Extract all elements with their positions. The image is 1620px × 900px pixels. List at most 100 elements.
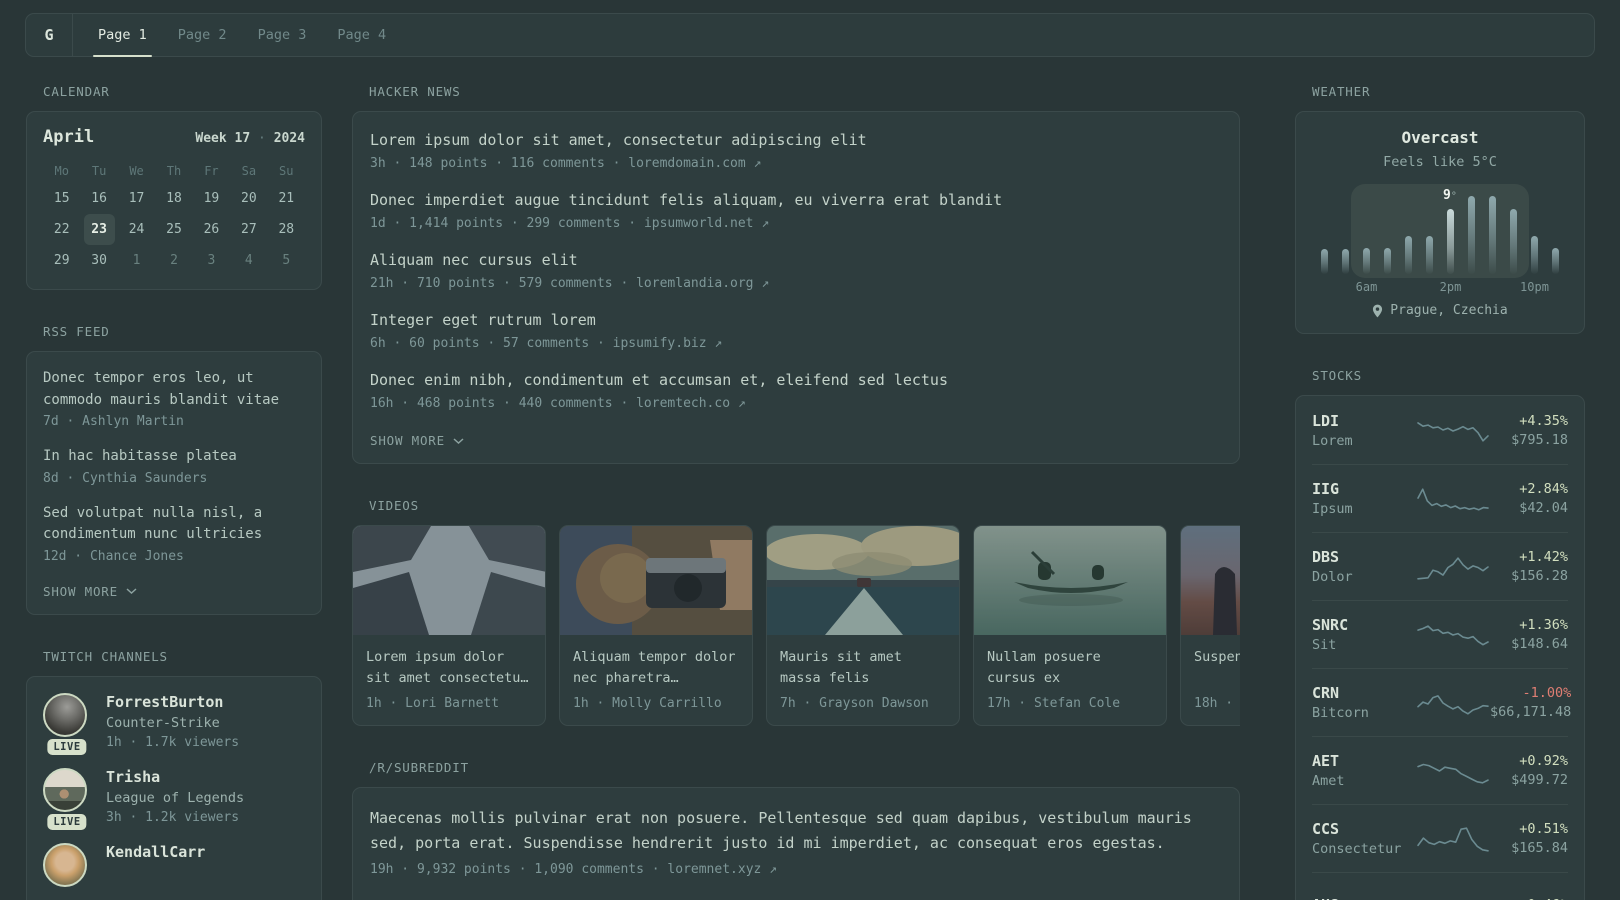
- calendar-day-next-month[interactable]: 5: [271, 245, 302, 276]
- item-link-domain[interactable]: loremdomain.com: [628, 156, 745, 171]
- stock-row[interactable]: AET Amet +0.92% $499.72: [1312, 736, 1568, 804]
- calendar-day[interactable]: 18: [158, 183, 189, 214]
- video-title[interactable]: Mauris sit amet massa felis: [780, 647, 946, 689]
- live-badge: LIVE: [47, 813, 87, 830]
- stock-id: DBS Dolor: [1312, 548, 1416, 585]
- calendar-day-next-month[interactable]: 4: [233, 245, 264, 276]
- video-title[interactable]: Nullam posuere cursus ex: [987, 647, 1153, 689]
- hackernews-show-more-button[interactable]: SHOW MORE: [370, 433, 464, 448]
- tab-page-4[interactable]: Page 4: [335, 14, 388, 56]
- weather-location[interactable]: Prague, Czechia: [1314, 303, 1566, 318]
- weather-bar-current: [1447, 209, 1454, 274]
- hackernews-item[interactable]: Lorem ipsum dolor sit amet, consectetur …: [370, 130, 1222, 171]
- calendar-day[interactable]: 25: [158, 214, 189, 245]
- stock-change: +0.92%: [1519, 753, 1568, 769]
- video-card[interactable]: Mauris sit amet massa felis 7h · Grayson…: [766, 525, 960, 726]
- weather-bar: [1384, 248, 1391, 274]
- calendar-day-selected[interactable]: 23: [83, 214, 115, 245]
- item-link-domain[interactable]: loremlandia.org: [636, 276, 753, 291]
- twitch-channel-name[interactable]: ForrestBurton: [106, 693, 239, 711]
- twitch-channel-row[interactable]: LIVE ForrestBurton Counter-Strike 1h · 1…: [43, 692, 305, 755]
- stock-ticker: CRN: [1312, 684, 1340, 702]
- video-thumbnail: [767, 526, 959, 635]
- stock-id: AHS: [1312, 896, 1416, 900]
- video-card[interactable]: Suspendisse diam 18h · Tara: [1180, 525, 1240, 726]
- video-meta: 17h · Stefan Cole: [987, 696, 1121, 711]
- hackernews-item-title[interactable]: Aliquam nec cursus elit: [370, 250, 1222, 271]
- hackernews-item-title[interactable]: Donec imperdiet augue tincidunt felis al…: [370, 190, 1222, 211]
- twitch-avatar-wrap: LIVE: [43, 692, 91, 755]
- stock-row[interactable]: SNRC Sit +1.36% $148.64: [1312, 600, 1568, 668]
- video-title[interactable]: Aliquam tempor dolor nec pharetra…: [573, 647, 739, 689]
- stock-id: IIG Ipsum: [1312, 480, 1416, 517]
- hackernews-item[interactable]: Donec imperdiet augue tincidunt felis al…: [370, 190, 1222, 231]
- stock-id: AET Amet: [1312, 752, 1416, 789]
- top-bar: G Page 1 Page 2 Page 3 Page 4: [25, 13, 1595, 57]
- rss-item[interactable]: Sed volutpat nulla nisl, a condimentum n…: [43, 503, 305, 564]
- calendar-day[interactable]: 28: [271, 214, 302, 245]
- weather-bar: [1321, 249, 1328, 274]
- stock-row[interactable]: CCS Consectetur +0.51% $165.84: [1312, 804, 1568, 872]
- stock-row[interactable]: DBS Dolor +1.42% $156.28: [1312, 532, 1568, 600]
- external-link-icon: ↗: [769, 862, 777, 877]
- calendar-day[interactable]: 20: [233, 183, 264, 214]
- rss-item[interactable]: Donec tempor eros leo, ut commodo mauris…: [43, 368, 305, 429]
- stock-row[interactable]: AHS +0.46%: [1312, 872, 1568, 900]
- weather-bar: [1510, 209, 1517, 274]
- hackernews-item-title[interactable]: Lorem ipsum dolor sit amet, consectetur …: [370, 130, 1222, 151]
- calendar-day[interactable]: 16: [84, 183, 115, 214]
- calendar-day-next-month[interactable]: 1: [121, 245, 152, 276]
- item-link-domain[interactable]: loremtech.co: [636, 396, 730, 411]
- hackernews-item[interactable]: Donec enim nibh, condimentum et accumsan…: [370, 370, 1222, 411]
- calendar-day[interactable]: 26: [196, 214, 227, 245]
- twitch-channel-name[interactable]: Trisha: [106, 768, 244, 786]
- hackernews-item[interactable]: Integer eget rutrum lorem 6h · 60 points…: [370, 310, 1222, 351]
- rss-item-title[interactable]: Sed volutpat nulla nisl, a condimentum n…: [43, 503, 305, 546]
- twitch-channel-name[interactable]: KendallCarr: [106, 843, 205, 861]
- calendar-day[interactable]: 22: [46, 214, 77, 245]
- item-link-domain[interactable]: ipsumworld.net: [644, 216, 754, 231]
- rss-item-title[interactable]: In hac habitasse platea: [43, 446, 305, 468]
- video-card[interactable]: Aliquam tempor dolor nec pharetra… 1h · …: [559, 525, 753, 726]
- calendar-day[interactable]: 17: [121, 183, 152, 214]
- rss-item-title[interactable]: Donec tempor eros leo, ut commodo mauris…: [43, 368, 305, 411]
- app-logo[interactable]: G: [26, 14, 73, 56]
- video-card[interactable]: Lorem ipsum dolor sit amet consectetu… 1…: [352, 525, 546, 726]
- calendar-day[interactable]: 30: [84, 245, 115, 276]
- rss-item-meta: 7d · Ashlyn Martin: [43, 414, 184, 429]
- video-title[interactable]: Suspendisse diam: [1194, 647, 1240, 689]
- stock-values: +4.35% $795.18: [1490, 413, 1568, 448]
- hackernews-item-title[interactable]: Integer eget rutrum lorem: [370, 310, 1222, 331]
- item-link-domain[interactable]: loremnet.xyz: [667, 862, 761, 877]
- stock-values: +2.84% $42.04: [1490, 481, 1568, 516]
- weekday-label: Mo: [54, 164, 69, 178]
- calendar-day[interactable]: 15: [46, 183, 77, 214]
- calendar-day[interactable]: 27: [233, 214, 264, 245]
- subreddit-post-title[interactable]: Maecenas mollis pulvinar erat non posuer…: [370, 806, 1222, 856]
- hackernews-item[interactable]: Aliquam nec cursus elit 21h · 710 points…: [370, 250, 1222, 291]
- external-link-icon: ↗: [761, 216, 770, 231]
- rss-item[interactable]: In hac habitasse platea 8d · Cynthia Sau…: [43, 446, 305, 486]
- calendar-day-next-month[interactable]: 2: [158, 245, 189, 276]
- stock-row[interactable]: LDI Lorem +4.35% $795.18: [1312, 396, 1568, 464]
- twitch-channel-row[interactable]: KendallCarr: [43, 842, 305, 887]
- tab-page-1[interactable]: Page 1: [93, 14, 152, 57]
- rss-show-more-button[interactable]: SHOW MORE: [43, 584, 137, 599]
- external-link-icon: ↗: [753, 156, 762, 171]
- calendar-day[interactable]: 29: [46, 245, 77, 276]
- item-link-domain[interactable]: ipsumify.biz: [613, 336, 707, 351]
- video-card[interactable]: Nullam posuere cursus ex 17h · Stefan Co…: [973, 525, 1167, 726]
- calendar-day[interactable]: 24: [121, 214, 152, 245]
- video-title[interactable]: Lorem ipsum dolor sit amet consectetu…: [366, 647, 532, 689]
- hackernews-item-title[interactable]: Donec enim nibh, condimentum et accumsan…: [370, 370, 1222, 391]
- tab-page-2[interactable]: Page 2: [176, 14, 229, 56]
- twitch-channel-row[interactable]: LIVE Trisha League of Legends 3h · 1.2k …: [43, 767, 305, 830]
- calendar-day-grid: 15 16 17 18 19 20 21 22 23 24 25 26 27 2…: [43, 183, 305, 276]
- calendar-day[interactable]: 21: [271, 183, 302, 214]
- tab-page-3[interactable]: Page 3: [256, 14, 309, 56]
- stock-change: +0.51%: [1519, 821, 1568, 837]
- stock-row[interactable]: CRN Bitcorn -1.00% $66,171.48: [1312, 668, 1571, 736]
- stock-row[interactable]: IIG Ipsum +2.84% $42.04: [1312, 464, 1568, 532]
- calendar-day-next-month[interactable]: 3: [196, 245, 227, 276]
- calendar-day[interactable]: 19: [196, 183, 227, 214]
